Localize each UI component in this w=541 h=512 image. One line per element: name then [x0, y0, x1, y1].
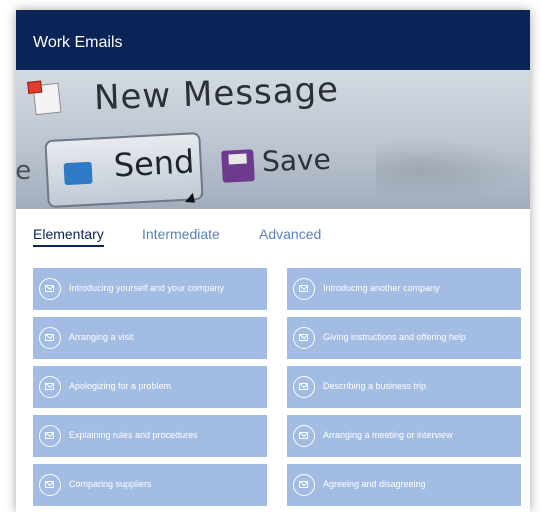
hero-send-text: Send — [112, 142, 196, 185]
mail-icon — [293, 425, 315, 447]
page-title: Work Emails — [33, 34, 123, 51]
topic-label: Introducing another company — [323, 283, 440, 293]
mail-icon — [39, 474, 61, 496]
hero-partial-text: le — [16, 156, 32, 186]
topic-describing-business-trip[interactable]: Describing a business trip — [287, 366, 521, 408]
mail-icon — [293, 376, 315, 398]
topic-label: Agreeing and disagreeing — [323, 479, 426, 489]
topic-explaining-rules[interactable]: Explaining rules and procedures — [33, 415, 267, 457]
hero-new-message-text: New Message — [93, 70, 340, 119]
mail-icon — [293, 474, 315, 496]
mail-icon — [39, 376, 61, 398]
topic-label: Giving instructions and offering help — [323, 332, 466, 342]
tab-elementary[interactable]: Elementary — [33, 225, 104, 247]
topic-arranging-meeting[interactable]: Arranging a meeting or interview — [287, 415, 521, 457]
mail-icon — [293, 278, 315, 300]
tab-advanced[interactable]: Advanced — [259, 225, 321, 243]
topic-label: Describing a business trip — [323, 381, 427, 391]
work-emails-card: Work Emails New Message le Send Save Ele… — [16, 10, 530, 512]
mail-icon — [293, 327, 315, 349]
header-bar: Work Emails — [16, 10, 530, 70]
mail-icon — [39, 425, 61, 447]
topic-label: Arranging a visit — [69, 332, 134, 342]
mail-icon — [39, 327, 61, 349]
topic-arranging-visit[interactable]: Arranging a visit — [33, 317, 267, 359]
hero-save-text: Save — [261, 142, 332, 179]
topic-agreeing-disagreeing[interactable]: Agreeing and disagreeing — [287, 464, 521, 506]
topic-giving-instructions[interactable]: Giving instructions and offering help — [287, 317, 521, 359]
topic-apologizing[interactable]: Apologizing for a problem — [33, 366, 267, 408]
tab-intermediate[interactable]: Intermediate — [142, 225, 220, 243]
level-tabs: Elementary Intermediate Advanced — [33, 225, 513, 257]
topic-introducing-yourself[interactable]: Introducing yourself and your company — [33, 268, 267, 310]
email-client-photo: New Message le Send Save — [16, 70, 530, 209]
hero-blurred-icons — [376, 140, 526, 200]
topic-introducing-another-company[interactable]: Introducing another company — [287, 268, 521, 310]
topic-label: Arranging a meeting or interview — [323, 430, 453, 440]
topic-comparing-suppliers[interactable]: Comparing suppliers — [33, 464, 267, 506]
send-arrow-icon — [63, 161, 93, 186]
topic-label: Apologizing for a problem — [69, 381, 172, 391]
hero-send-button: Send — [44, 131, 204, 209]
floppy-disk-icon — [221, 149, 255, 183]
hero-image: New Message le Send Save — [16, 70, 530, 209]
topic-label: Introducing yourself and your company — [69, 283, 225, 293]
new-document-icon — [32, 82, 62, 116]
topic-label: Comparing suppliers — [69, 479, 152, 489]
mail-icon — [39, 278, 61, 300]
topic-label: Explaining rules and procedures — [69, 430, 198, 440]
